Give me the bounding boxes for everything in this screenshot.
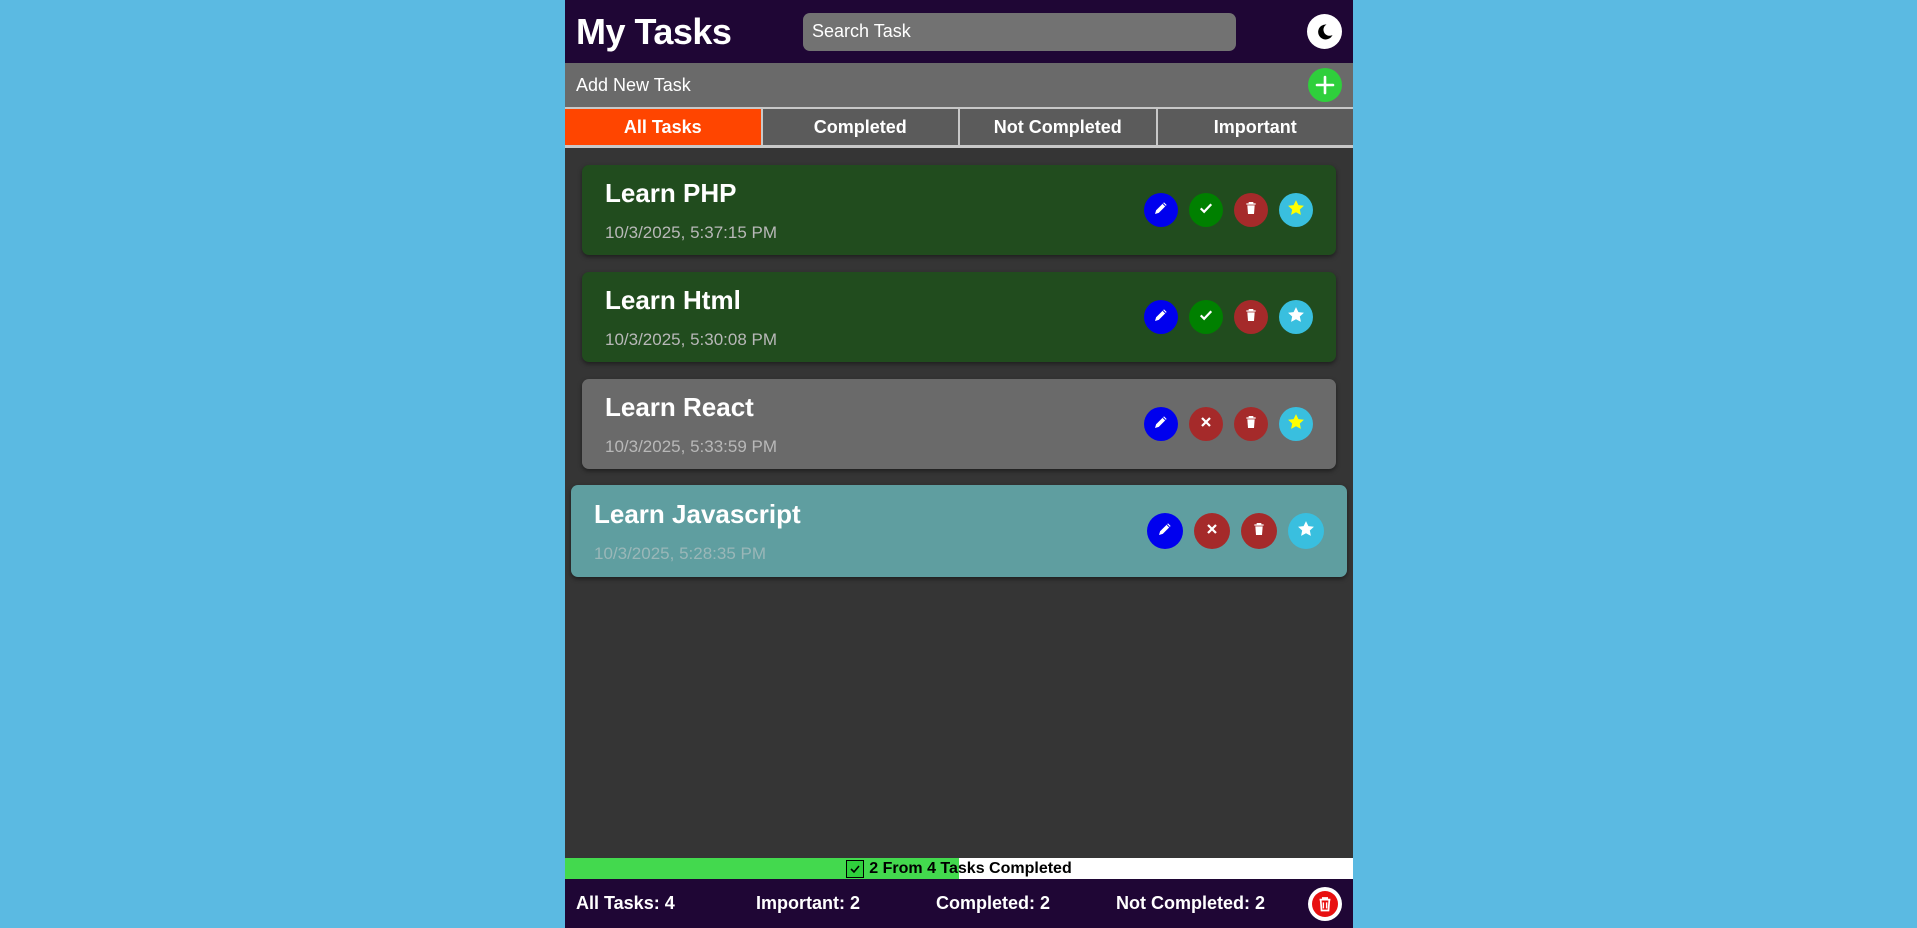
clear-all-button[interactable] — [1308, 886, 1342, 921]
delete-button[interactable] — [1234, 193, 1268, 227]
tab-completed[interactable]: Completed — [760, 109, 958, 145]
task-actions — [1144, 300, 1313, 334]
theme-toggle-button[interactable] — [1307, 14, 1342, 49]
task-title: Learn Html — [605, 284, 741, 315]
task-date: 10/3/2025, 5:28:35 PM — [594, 543, 767, 563]
trash-icon — [1243, 306, 1259, 329]
stats-bar: All Tasks: 4 Important: 2 Completed: 2 N… — [565, 879, 1353, 928]
tab-important[interactable]: Important — [1155, 109, 1353, 145]
plus-icon — [1315, 75, 1335, 95]
close-icon — [1198, 414, 1214, 435]
page-title: My Tasks — [576, 10, 732, 52]
stat-completed: Completed: 2 — [936, 893, 1051, 913]
delete-button[interactable] — [1234, 407, 1268, 441]
app-container: My Tasks Search Task Add New Task All Ta… — [565, 0, 1353, 928]
trash-icon — [1312, 890, 1338, 917]
task-title: Learn PHP — [605, 177, 737, 208]
star-icon — [1296, 519, 1316, 544]
trash-icon — [1251, 520, 1267, 543]
task-title: Learn Javascript — [594, 498, 801, 529]
stat-important: Important: 2 — [756, 893, 861, 913]
search-input[interactable]: Search Task — [803, 12, 1236, 51]
task-date: 10/3/2025, 5:37:15 PM — [605, 222, 778, 242]
edit-button[interactable] — [1144, 407, 1178, 441]
mark-complete-button[interactable] — [1189, 407, 1223, 441]
task-actions — [1144, 407, 1313, 441]
tab-not-completed[interactable]: Not Completed — [958, 109, 1156, 145]
edit-button[interactable] — [1147, 513, 1183, 549]
add-task-button[interactable] — [1308, 68, 1342, 102]
mark-incomplete-button[interactable] — [1189, 193, 1223, 227]
important-toggle-button[interactable] — [1279, 300, 1313, 334]
trash-icon — [1243, 413, 1259, 436]
star-icon — [1286, 198, 1306, 223]
important-toggle-button[interactable] — [1279, 193, 1313, 227]
progress-bar: 2 From 4 Tasks Completed — [565, 858, 1353, 879]
task-card[interactable]: Learn React 10/3/2025, 5:33:59 PM — [582, 379, 1336, 469]
tab-all-tasks[interactable]: All Tasks — [565, 109, 761, 145]
task-title: Learn React — [605, 391, 754, 422]
moon-icon — [1317, 23, 1332, 39]
mark-incomplete-button[interactable] — [1189, 300, 1223, 334]
check-icon — [1197, 199, 1215, 222]
filter-tabs: All Tasks Completed Not Completed Import… — [565, 107, 1353, 148]
add-task-label: Add New Task — [576, 74, 691, 95]
add-task-bar[interactable]: Add New Task — [565, 63, 1353, 107]
progress-label: 2 From 4 Tasks Completed — [869, 859, 1072, 877]
check-icon — [1197, 306, 1215, 329]
pencil-icon — [1152, 199, 1170, 222]
task-actions — [1147, 513, 1324, 549]
edit-button[interactable] — [1144, 300, 1178, 334]
check-icon — [846, 859, 865, 878]
edit-button[interactable] — [1144, 193, 1178, 227]
task-date: 10/3/2025, 5:33:59 PM — [605, 436, 778, 456]
task-actions — [1144, 193, 1313, 227]
task-date: 10/3/2025, 5:30:08 PM — [605, 329, 778, 349]
task-card[interactable]: Learn Javascript 10/3/2025, 5:28:35 PM — [571, 485, 1347, 577]
stat-all-tasks: All Tasks: 4 — [576, 893, 675, 913]
important-toggle-button[interactable] — [1288, 513, 1324, 549]
close-icon — [1204, 521, 1220, 542]
trash-icon — [1243, 199, 1259, 222]
pencil-icon — [1152, 306, 1170, 329]
star-icon — [1286, 305, 1306, 330]
mark-complete-button[interactable] — [1194, 513, 1230, 549]
header: My Tasks Search Task — [565, 0, 1353, 63]
pencil-icon — [1156, 520, 1174, 543]
pencil-icon — [1152, 413, 1170, 436]
delete-button[interactable] — [1241, 513, 1277, 549]
important-toggle-button[interactable] — [1279, 407, 1313, 441]
star-icon — [1286, 412, 1306, 437]
delete-button[interactable] — [1234, 300, 1268, 334]
stat-not-completed: Not Completed: 2 — [1116, 893, 1266, 913]
task-card[interactable]: Learn Html 10/3/2025, 5:30:08 PM — [582, 272, 1336, 362]
task-card[interactable]: Learn PHP 10/3/2025, 5:37:15 PM — [582, 165, 1336, 255]
